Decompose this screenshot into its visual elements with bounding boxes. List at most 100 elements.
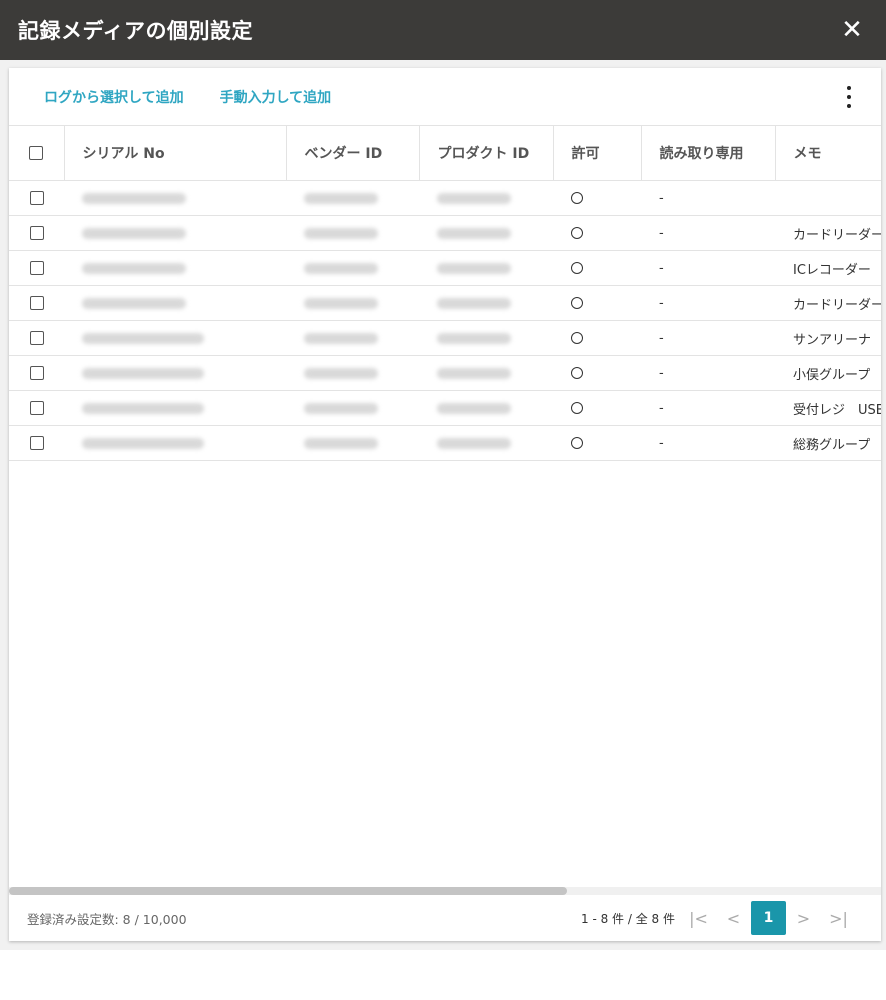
vendor-id-cell	[286, 285, 419, 321]
table-row[interactable]: - 総務グループ	[9, 425, 881, 461]
table-row[interactable]: - 受付レジ USB	[9, 390, 881, 426]
row-select-cell	[9, 285, 64, 321]
prev-page-icon[interactable]: <	[716, 901, 751, 935]
settings-card: ログから選択して追加 手動入力して追加 シリアル No ベンダー ID プロダク…	[9, 68, 881, 941]
read-only-cell: -	[641, 355, 775, 391]
memo-cell: カードリーダー	[775, 215, 881, 251]
read-only-cell: -	[641, 285, 775, 321]
add-from-log-link[interactable]: ログから選択して追加	[44, 87, 184, 107]
redacted-serial	[82, 227, 186, 239]
vendor-id-cell	[286, 320, 419, 356]
table-footer: 登録済み設定数: 8 / 10,000 1 - 8 件 / 全 8 件 |< <…	[9, 895, 881, 941]
memo-cell: 受付レジ USB	[775, 390, 881, 426]
row-select-cell	[9, 320, 64, 356]
redacted-serial	[82, 262, 186, 274]
kebab-menu-icon[interactable]	[841, 86, 857, 108]
redacted-vendor-id	[304, 437, 378, 449]
redacted-product-id	[437, 227, 511, 239]
pagination: |< < 1 > >|	[681, 901, 856, 935]
horizontal-scrollbar[interactable]	[9, 887, 881, 895]
redacted-vendor-id	[304, 297, 378, 309]
redacted-serial	[82, 332, 204, 344]
row-checkbox[interactable]	[29, 436, 44, 450]
redacted-vendor-id	[304, 262, 378, 274]
vendor-id-cell	[286, 425, 419, 461]
column-header-product-id[interactable]: プロダクト ID	[419, 125, 554, 181]
table-row[interactable]: - カードリーダー	[9, 285, 881, 321]
memo-cell: カードリーダー	[775, 285, 881, 321]
registered-count: 登録済み設定数: 8 / 10,000	[27, 911, 187, 927]
vendor-id-cell	[286, 215, 419, 251]
serial-cell	[64, 355, 286, 391]
allow-circle-icon	[571, 262, 583, 274]
column-header-serial[interactable]: シリアル No	[64, 125, 287, 181]
allow-circle-icon	[571, 227, 583, 239]
redacted-serial	[82, 437, 204, 449]
select-all-cell	[9, 125, 65, 181]
scrollbar-thumb[interactable]	[9, 887, 567, 895]
allow-circle-icon	[571, 437, 583, 449]
next-page-icon[interactable]: >	[786, 901, 821, 935]
first-page-icon[interactable]: |<	[681, 901, 716, 935]
redacted-vendor-id	[304, 192, 378, 204]
column-header-allow[interactable]: 許可	[553, 125, 642, 181]
media-settings-table: シリアル No ベンダー ID プロダクト ID 許可 読み取り専用 メモ -	[9, 125, 881, 461]
column-header-memo[interactable]: メモ	[775, 125, 881, 181]
table-row[interactable]: - カードリーダー	[9, 215, 881, 251]
redacted-product-id	[437, 402, 511, 414]
redacted-vendor-id	[304, 402, 378, 414]
table-row[interactable]: - サンアリーナ	[9, 320, 881, 356]
serial-cell	[64, 320, 286, 356]
serial-cell	[64, 390, 286, 426]
table-row[interactable]: -	[9, 180, 881, 216]
redacted-vendor-id	[304, 227, 378, 239]
product-id-cell	[419, 355, 553, 391]
toolbar: ログから選択して追加 手動入力して追加	[9, 68, 881, 125]
row-checkbox[interactable]	[29, 331, 44, 345]
vendor-id-cell	[286, 250, 419, 286]
redacted-product-id	[437, 332, 511, 344]
memo-cell: サンアリーナ	[775, 320, 881, 356]
row-checkbox[interactable]	[29, 261, 44, 275]
vendor-id-cell	[286, 355, 419, 391]
row-select-cell	[9, 180, 64, 216]
redacted-vendor-id	[304, 332, 378, 344]
serial-cell	[64, 250, 286, 286]
row-select-cell	[9, 215, 64, 251]
kebab-dot	[847, 104, 851, 108]
product-id-cell	[419, 390, 553, 426]
kebab-dot	[847, 95, 851, 99]
serial-cell	[64, 180, 286, 216]
allow-cell	[553, 180, 641, 216]
read-only-cell: -	[641, 215, 775, 251]
row-checkbox[interactable]	[29, 191, 44, 205]
read-only-cell: -	[641, 180, 775, 216]
allow-circle-icon	[571, 297, 583, 309]
allow-circle-icon	[571, 192, 583, 204]
last-page-icon[interactable]: >|	[821, 901, 856, 935]
redacted-serial	[82, 297, 186, 309]
allow-cell	[553, 425, 641, 461]
column-header-read-only[interactable]: 読み取り専用	[641, 125, 776, 181]
row-checkbox[interactable]	[29, 226, 44, 240]
page-1-button[interactable]: 1	[751, 901, 786, 935]
memo-cell: ICレコーダー	[775, 250, 881, 286]
table-header-row: シリアル No ベンダー ID プロダクト ID 許可 読み取り専用 メモ	[9, 125, 881, 181]
table-row[interactable]: - 小俣グループ	[9, 355, 881, 391]
select-all-checkbox[interactable]	[29, 146, 44, 160]
row-checkbox[interactable]	[29, 401, 44, 415]
allow-circle-icon	[571, 402, 583, 414]
read-only-cell: -	[641, 390, 775, 426]
close-icon[interactable]: ✕	[836, 14, 868, 46]
serial-cell	[64, 285, 286, 321]
redacted-serial	[82, 402, 204, 414]
table-row[interactable]: - ICレコーダー	[9, 250, 881, 286]
allow-cell	[553, 285, 641, 321]
row-select-cell	[9, 425, 64, 461]
column-header-vendor-id[interactable]: ベンダー ID	[286, 125, 420, 181]
vendor-id-cell	[286, 180, 419, 216]
product-id-cell	[419, 320, 553, 356]
row-checkbox[interactable]	[29, 366, 44, 380]
add-manually-link[interactable]: 手動入力して追加	[220, 87, 332, 107]
row-checkbox[interactable]	[29, 296, 44, 310]
